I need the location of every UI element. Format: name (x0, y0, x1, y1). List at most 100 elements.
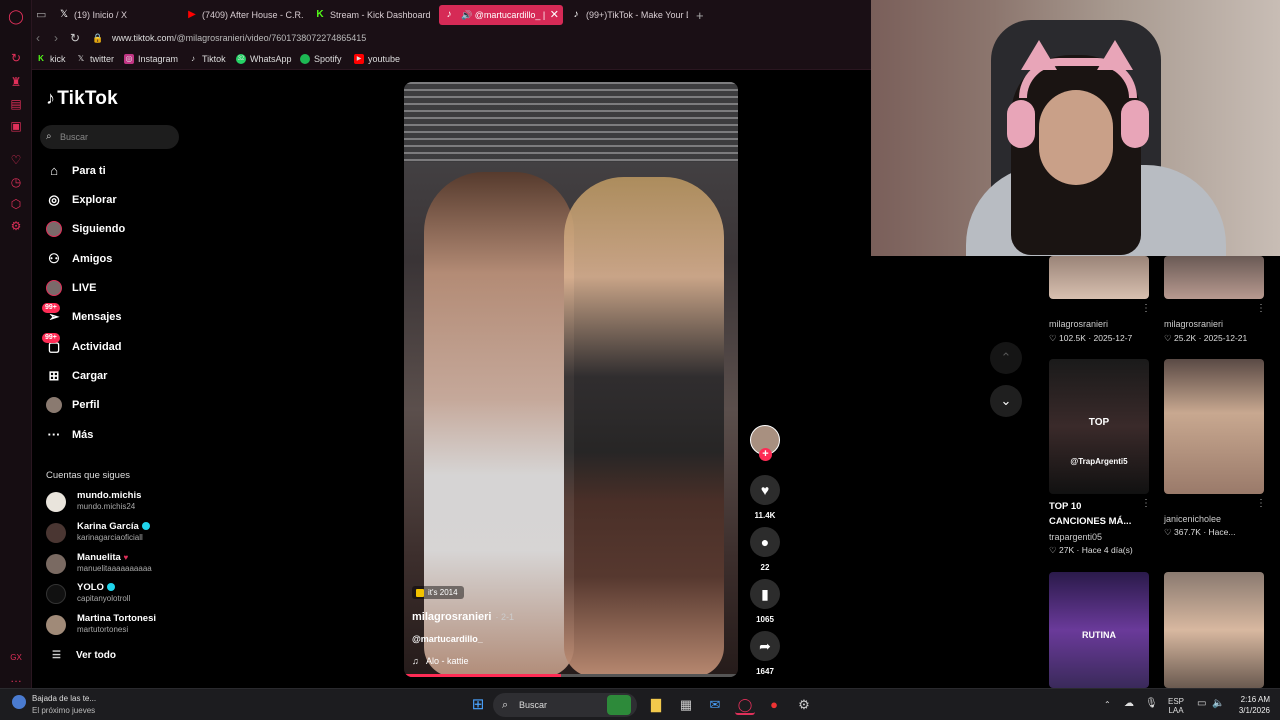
bookmark-instagram[interactable]: ◎ Instagram (124, 52, 178, 66)
nav-para-ti[interactable]: ⌂ Para ti (46, 160, 106, 182)
close-tab-icon[interactable]: ✕ (550, 5, 559, 25)
related-video-user[interactable]: janicenicholee (1164, 514, 1221, 524)
related-video-thumbnail[interactable]: TOP @TrapArgenti5 (1049, 359, 1149, 494)
more-dots-icon[interactable]: … (8, 670, 24, 686)
whatsapp-icon: 32 (236, 54, 246, 64)
tab-kick[interactable]: K Stream - Kick Dashboard (310, 5, 438, 25)
more-options-icon[interactable]: ⋮ (1256, 498, 1266, 509)
related-video-thumbnail[interactable] (1164, 572, 1264, 688)
nav-live[interactable]: LIVE (46, 277, 96, 299)
bookmark-kick[interactable]: Kkick (36, 52, 65, 66)
microphone-icon[interactable]: 🎙 (1145, 699, 1158, 709)
bookmark-spotify[interactable]: Spotify (300, 52, 342, 66)
store-icon[interactable]: ▦ (676, 695, 696, 715)
opera-logo-icon[interactable]: ◯ (8, 8, 24, 24)
more-options-icon[interactable]: ⋮ (1256, 303, 1266, 314)
language-indicator[interactable]: ESP LAA (1168, 697, 1184, 715)
tiktok-logo[interactable]: ♪ TikTok (46, 88, 118, 110)
tray-chevron-icon[interactable]: ⌃ (1104, 700, 1111, 709)
settings-gear-icon[interactable]: ⚙ (794, 695, 814, 715)
related-video-thumbnail[interactable] (1164, 359, 1264, 494)
new-tab-button[interactable]: + (696, 8, 704, 23)
related-video-thumbnail[interactable] (1164, 256, 1264, 299)
more-options-icon[interactable]: ⋮ (1141, 303, 1151, 314)
obs-record-icon[interactable]: ● (764, 695, 784, 715)
comment-icon[interactable]: ● (750, 527, 780, 557)
messenger-icon[interactable]: ▣ (8, 118, 24, 134)
video-music[interactable]: ♫ Alo - kattie (412, 656, 469, 666)
history-icon[interactable]: ◷ (8, 174, 24, 190)
tab-bar: ▭ 𝕏 (19) Inicio / X ▶ (7409) After House… (32, 0, 872, 30)
volume-icon[interactable]: 🔈 (1212, 699, 1224, 709)
search-icon: ⌕ (502, 699, 509, 711)
following-section-title: Cuentas que sigues (46, 470, 130, 481)
bookmark-tiktok[interactable]: ♪ Tiktok (188, 52, 226, 66)
nav-amigos[interactable]: ⚇ Amigos (46, 248, 112, 270)
next-video-button[interactable]: ⌄ (990, 385, 1022, 417)
workspaces-icon[interactable]: ▭ (36, 7, 46, 23)
comment-action[interactable]: ● 22 (750, 527, 780, 572)
see-all-link[interactable]: ☰ Ver todo (52, 650, 116, 661)
red-heart-icon: ♥ (123, 553, 129, 562)
video-player[interactable]: it's 2014 milagrosranieri · 2-1 @martucar… (404, 82, 738, 677)
bookmark-whatsapp[interactable]: 32 WhatsApp (236, 52, 292, 66)
nav-perfil[interactable]: Perfil (46, 394, 100, 416)
display-icon[interactable]: ▭ (1197, 699, 1206, 709)
like-action[interactable]: ♥ 11.4K (750, 475, 780, 520)
x-icon: 𝕏 (77, 54, 85, 63)
url-field[interactable]: www.tiktok.com/@milagrosranieri/video/76… (112, 31, 366, 45)
share-action[interactable]: ➦ 1647 (750, 631, 780, 676)
tab-youtube[interactable]: ▶ (7409) After House - C.R. (182, 5, 310, 25)
nav-cargar[interactable]: ⊞ Cargar (46, 365, 108, 387)
activity-badge: 99+ (42, 333, 60, 343)
previous-video-button[interactable]: ⌃ (990, 342, 1022, 374)
related-video-thumbnail[interactable] (1049, 256, 1149, 299)
taskbar-search[interactable]: ⌕ Buscar (493, 693, 637, 717)
video-progress-bar[interactable] (404, 674, 738, 677)
nav-mensajes[interactable]: ➢ 99+ Mensajes (42, 303, 122, 328)
related-video-title[interactable]: TOP 10 (1049, 501, 1081, 512)
forward-button[interactable]: › (54, 30, 58, 46)
settings-icon[interactable]: ⚙ (8, 218, 24, 234)
windows-start-icon[interactable]: ⊞ (468, 695, 488, 715)
more-options-icon[interactable]: ⋮ (1141, 498, 1151, 509)
share-icon[interactable]: ➦ (750, 631, 780, 661)
bookmark-twitter[interactable]: 𝕏twitter (76, 52, 114, 66)
save-action[interactable]: ▮ 1065 (750, 579, 780, 624)
news-widget[interactable]: Bajada de las te... El próximo jueves (12, 693, 96, 717)
video-author[interactable]: milagrosranieri · 2-1 (412, 611, 514, 623)
search-input[interactable]: ⌕ Buscar (40, 125, 179, 149)
headset-earcup (1121, 100, 1149, 148)
related-video-thumbnail[interactable]: RUTINA (1049, 572, 1149, 688)
heart-icon[interactable]: ♥ (750, 475, 780, 505)
video-frame-figure (424, 172, 574, 677)
pinboard-icon[interactable]: ♡ (8, 152, 24, 168)
back-button[interactable]: ‹ (36, 30, 40, 46)
cloud-icon[interactable]: ☁ (1124, 699, 1134, 709)
tab-x[interactable]: 𝕏 (19) Inicio / X (54, 5, 184, 25)
gx-badge-icon[interactable]: GX (8, 650, 24, 666)
nav-mas[interactable]: ··· Más (46, 424, 94, 446)
related-video-user[interactable]: milagrosranieri (1049, 319, 1108, 329)
system-clock[interactable]: 2:16 AM 3/1/2026 (1230, 694, 1270, 716)
twitch-icon[interactable]: ▤ (8, 96, 24, 112)
outlook-icon[interactable]: ✉ (705, 695, 725, 715)
video-mention[interactable]: @martucardillo_ (412, 634, 483, 644)
nav-actividad[interactable]: ▢ 99+ Actividad (42, 333, 122, 358)
gx-control-icon[interactable]: ↻ (8, 50, 24, 66)
related-video-title[interactable]: CANCIONES MÁ... (1049, 516, 1131, 527)
gx-corner-icon[interactable]: ♜ (8, 74, 24, 90)
opera-gx-icon[interactable]: ◯ (735, 695, 755, 715)
nav-siguiendo[interactable]: Siguiendo (46, 218, 125, 240)
bookmark-icon[interactable]: ▮ (750, 579, 780, 609)
related-video-user[interactable]: trapargenti05 (1049, 532, 1102, 542)
follow-plus-button[interactable]: + (759, 448, 772, 461)
extensions-icon[interactable]: ⬡ (8, 196, 24, 212)
tab-tiktok-2[interactable]: ♪ (99+)TikTok - Make Your D (566, 5, 689, 25)
file-explorer-icon[interactable]: ▇ (646, 695, 666, 715)
related-video-user[interactable]: milagrosranieri (1164, 319, 1223, 329)
reload-button[interactable]: ↻ (70, 30, 80, 46)
bookmark-youtube[interactable]: ▶ youtube (354, 52, 400, 66)
nav-explorar[interactable]: ◎ Explorar (46, 189, 116, 211)
tab-tiktok-active[interactable]: ♪ 🔊 @martucardillo_ | ✕ (439, 5, 563, 25)
